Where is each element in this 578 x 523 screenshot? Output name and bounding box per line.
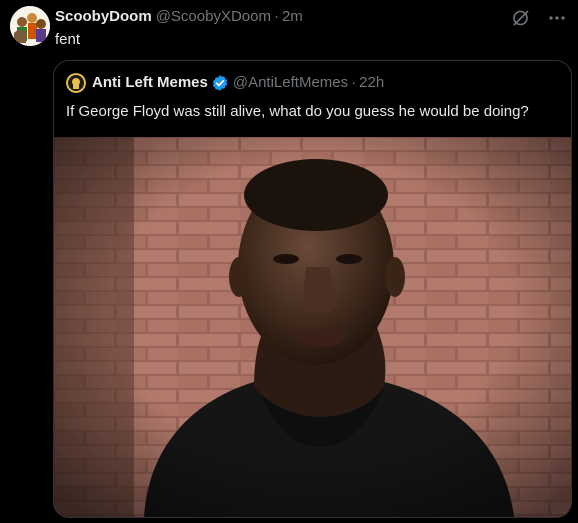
- grok-slash-icon[interactable]: [511, 8, 531, 28]
- author-avatar[interactable]: [10, 6, 50, 46]
- separator: ·: [273, 8, 279, 25]
- portrait-photo: [54, 137, 571, 517]
- more-dots-icon[interactable]: [548, 15, 566, 21]
- author-name[interactable]: ScoobyDoom: [55, 8, 152, 26]
- separator: ·: [351, 74, 357, 91]
- tweet-time[interactable]: 2m: [282, 8, 303, 26]
- scooby-gang-avatar-icon: [10, 6, 50, 46]
- quoted-author-name[interactable]: Anti Left Memes: [92, 73, 208, 93]
- quoted-photo[interactable]: [54, 137, 571, 517]
- verified-badge-icon: [211, 74, 229, 92]
- quoted-time[interactable]: 22h: [359, 73, 384, 93]
- quoted-text: If George Floyd was still alive, what do…: [66, 103, 529, 120]
- quoted-author-handle[interactable]: @AntiLeftMemes: [233, 73, 348, 93]
- tweet-actions: [511, 8, 566, 28]
- author-handle[interactable]: @ScoobyXDoom: [156, 8, 271, 26]
- anti-left-memes-logo-icon: [66, 73, 86, 93]
- tweet-text: fent: [55, 31, 81, 48]
- tweet-header: ScoobyDoom @ScoobyXDoom · 2m: [55, 8, 303, 26]
- quoted-avatar[interactable]: [66, 73, 86, 93]
- quoted-tweet[interactable]: Anti Left Memes @AntiLeftMemes · 22h If …: [53, 60, 572, 518]
- quoted-header: Anti Left Memes @AntiLeftMemes · 22h: [66, 73, 384, 93]
